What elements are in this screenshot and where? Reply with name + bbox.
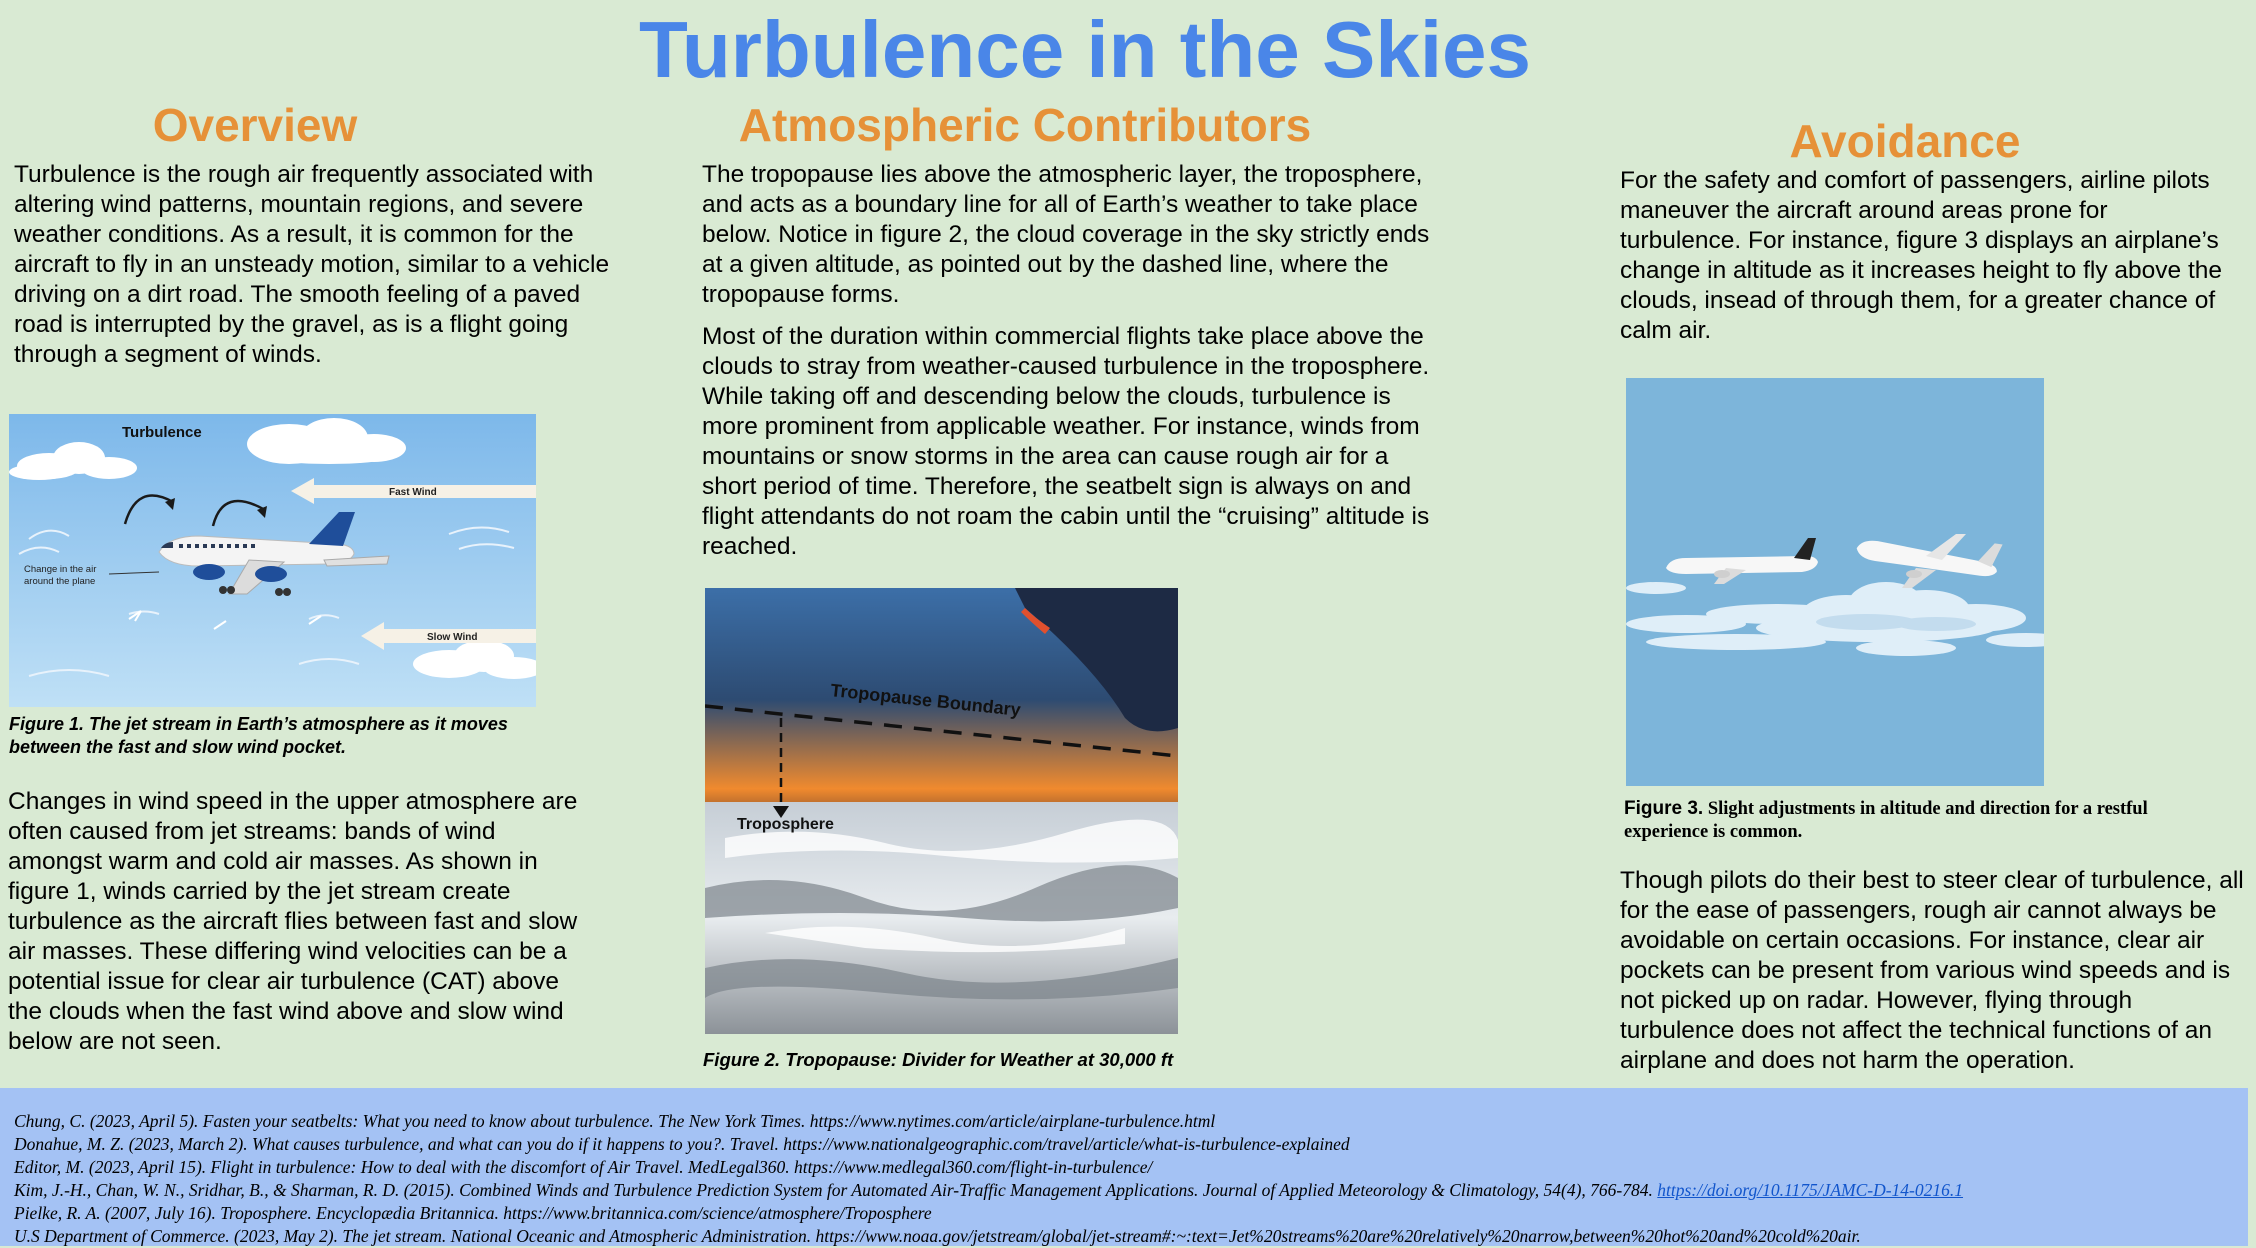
overview-heading: Overview [152, 99, 358, 151]
figure-1-image: Turbulence Fast Wind Slow Wind Change in… [9, 414, 536, 707]
references-list: Chung, C. (2023, April 5). Fasten your s… [14, 1110, 2238, 1248]
overview-paragraph-2: Changes in wind speed in the upper atmos… [8, 788, 578, 1055]
reference-item: Kim, J.-H., Chan, W. N., Sridhar, B., & … [14, 1179, 2238, 1202]
fast-wind-label: Fast Wind [389, 487, 437, 498]
atmospheric-paragraph-1: The tropopause lies above the atmospheri… [702, 161, 1430, 308]
overview-paragraph-1: Turbulence is the rough air frequently a… [14, 161, 610, 368]
reference-item: Pielke, R. A. (2007, July 16). Troposphe… [14, 1203, 932, 1223]
figure-3-image [1626, 378, 2044, 786]
figure-1-caption: Figure 1. The jet stream in Earth’s atmo… [9, 714, 508, 757]
troposphere-label: Troposphere [737, 816, 834, 833]
figure-2-image: Tropopause Boundary Troposphere [705, 588, 1178, 1034]
reference-item: Donahue, M. Z. (2023, March 2). What cau… [14, 1134, 1350, 1154]
figure-2-caption: Figure 2. Tropopause: Divider for Weathe… [703, 1049, 1174, 1070]
avoidance-paragraph-1: For the safety and comfort of passengers… [1620, 167, 2222, 344]
figure-3-label: Figure 3. [1624, 798, 1704, 819]
page-title: Turbulence in the Skies [638, 5, 1532, 94]
change-air-label-2: around the plane [24, 576, 95, 587]
figure-3-caption: Figure 3. Slight adjustments in altitude… [1624, 797, 2204, 844]
avoidance-heading: Avoidance [1789, 115, 2021, 167]
references-section: Chung, C. (2023, April 5). Fasten your s… [0, 1088, 2248, 1246]
change-air-label-1: Change in the air [24, 564, 96, 575]
figure-1-title: Turbulence [122, 424, 202, 441]
slow-wind-label: Slow Wind [427, 632, 477, 643]
atmospheric-paragraph-2: Most of the duration within commercial f… [702, 323, 1430, 560]
reference-item: Editor, M. (2023, April 15). Flight in t… [14, 1157, 1153, 1177]
avoidance-paragraph-2: Though pilots do their best to steer cle… [1620, 867, 2244, 1074]
reference-text: Kim, J.-H., Chan, W. N., Sridhar, B., & … [14, 1180, 1658, 1200]
reference-item: Chung, C. (2023, April 5). Fasten your s… [14, 1111, 1216, 1131]
figure-3-caption-text: Slight adjustments in altitude and direc… [1624, 799, 2148, 842]
atmospheric-heading: Atmospheric Contributors [738, 99, 1312, 151]
reference-item: U.S Department of Commerce. (2023, May 2… [14, 1226, 1861, 1246]
doi-link[interactable]: https://doi.org/10.1175/JAMC-D-14-0216.1 [1657, 1180, 1963, 1200]
